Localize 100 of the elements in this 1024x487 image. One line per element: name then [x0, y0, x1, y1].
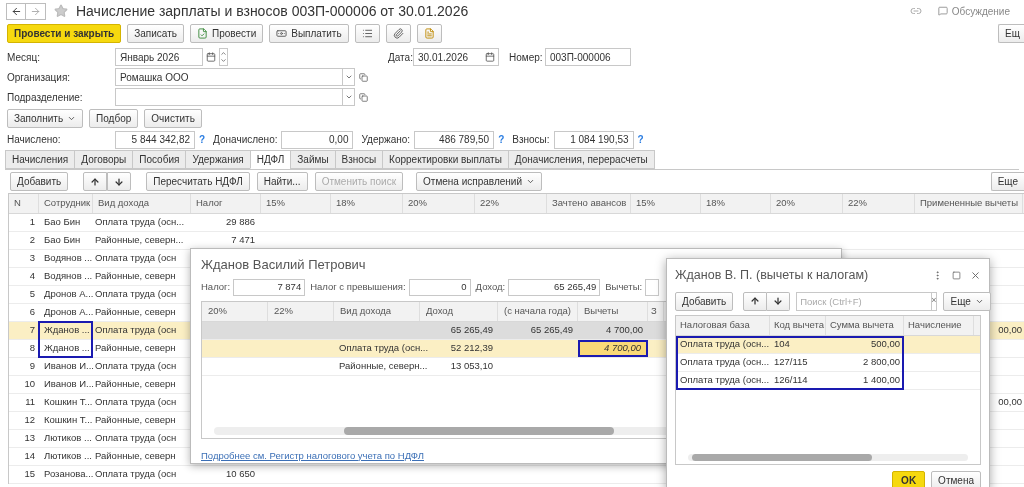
tab[interactable]: Начисления [5, 150, 76, 169]
post-button[interactable]: Провести [190, 23, 264, 43]
total-field[interactable]: 486 789,50 [414, 130, 495, 149]
department-field[interactable] [115, 88, 343, 106]
add-button[interactable]: Добавить [675, 291, 734, 311]
help-mark[interactable]: ? [498, 132, 505, 147]
row-number: 9 [29, 359, 35, 374]
column-header[interactable]: Вид дохода [334, 301, 420, 321]
column-header[interactable]: 18% [331, 194, 403, 213]
list-icon [361, 27, 373, 39]
toolbar-button[interactable]: Пересчитать НДФЛ [146, 172, 250, 191]
maximize-icon[interactable] [952, 270, 961, 280]
column-header[interactable]: 22% [475, 194, 547, 213]
amount-cell: 2 800,00 [863, 355, 900, 370]
clear-button[interactable]: × [931, 291, 938, 311]
column-header[interactable]: Код вычета [770, 316, 826, 335]
value-field[interactable]: 0 [408, 278, 471, 296]
date-field[interactable]: 30.01.2026 [413, 48, 499, 66]
star-icon[interactable] [54, 4, 68, 18]
tab[interactable]: Корректировки выплаты [382, 150, 509, 169]
tab[interactable]: Договоры [74, 150, 134, 169]
more-button[interactable]: Еще [943, 291, 991, 311]
employee-cell: Иванов И... [44, 359, 94, 374]
search-field[interactable]: Поиск (Ctrl+F) [796, 291, 933, 311]
save-button[interactable]: Записать [127, 23, 184, 43]
table-row[interactable]: Оплата труда (осн... 104 500,00 [676, 336, 980, 354]
tab[interactable]: Займы [290, 150, 336, 169]
income-cell: Оплата труда (осн [95, 287, 177, 302]
attach-button[interactable] [385, 23, 411, 43]
horizontal-scrollbar[interactable] [688, 454, 968, 461]
column-header[interactable]: 22% [268, 301, 334, 321]
help-mark[interactable]: ? [199, 132, 206, 147]
column-header[interactable]: З [648, 301, 664, 321]
action-button[interactable]: Заполнить [7, 108, 84, 128]
column-header[interactable]: Сотрудник [39, 194, 93, 213]
move-up-button[interactable] [83, 172, 108, 191]
menu-button[interactable]: Отмена исправлений [416, 172, 542, 191]
discussion-button[interactable]: Обсуждение [937, 3, 1010, 19]
column-header[interactable]: 20% [771, 194, 843, 213]
column-header[interactable]: Вид дохода [93, 194, 191, 213]
column-header[interactable]: Доход [420, 301, 498, 321]
number-field[interactable]: 003П-000006 [545, 48, 631, 66]
column-header[interactable]: Вычеты [578, 301, 648, 321]
spin-control[interactable] [219, 48, 228, 66]
column-header[interactable]: Налог [191, 194, 261, 213]
toolbar-button[interactable]: Найти... [256, 172, 308, 191]
value-field[interactable] [645, 278, 660, 296]
dropdown-button[interactable] [343, 88, 355, 106]
dialog-title: Жданов Василий Петрович [201, 256, 366, 274]
column-header[interactable]: 20% [202, 301, 268, 321]
column-header[interactable]: Зачтено авансов [547, 194, 631, 213]
dropdown-button[interactable] [343, 68, 355, 86]
column-header[interactable]: 20% [403, 194, 475, 213]
pay-button[interactable]: Выплатить [269, 23, 349, 43]
column-header[interactable]: 15% [261, 194, 331, 213]
move-down-button[interactable] [107, 172, 132, 191]
column-header[interactable]: 15% [631, 194, 701, 213]
more-button[interactable]: Ещ [998, 23, 1024, 43]
action-button[interactable]: Подбор [89, 108, 139, 128]
cancel-button[interactable]: Отмена [931, 471, 981, 487]
total-field[interactable]: 0,00 [281, 130, 354, 149]
ok-button[interactable]: OK [892, 471, 926, 487]
value-field[interactable]: 7 874 [233, 278, 306, 296]
column-header[interactable]: Начисление [904, 316, 974, 335]
tab[interactable]: Доначисления, перерасчеты [507, 150, 655, 169]
move-up-button[interactable] [743, 291, 768, 311]
column-header[interactable]: 22% [843, 194, 915, 213]
column-header[interactable]: Налоговая база [676, 316, 770, 335]
report-button[interactable] [416, 23, 442, 43]
window-title: Начисление зарплаты и взносов 003П-000006 от 30.01.2026 [76, 1, 469, 21]
month-field[interactable]: Январь 2026 [115, 48, 203, 66]
column-header[interactable]: Сумма вычета [826, 316, 904, 335]
tab[interactable]: Взносы [334, 150, 384, 169]
calendar-icon[interactable] [206, 52, 216, 62]
back-button[interactable] [6, 2, 26, 20]
register-link[interactable]: Подробнее см. Регистр налогового учета по НДФЛ [201, 448, 424, 463]
toolbar-button[interactable]: Добавить [10, 172, 69, 191]
open-icon[interactable] [359, 72, 368, 82]
organization-field[interactable]: Ромашка ООО [115, 68, 343, 86]
action-button[interactable]: Очистить [144, 108, 202, 128]
more-button[interactable]: Еще [990, 172, 1024, 191]
help-mark[interactable]: ? [637, 132, 644, 147]
column-header[interactable]: Примененные вычеты [915, 194, 1023, 213]
calendar-icon[interactable] [485, 52, 495, 62]
value-field[interactable]: 65 265,49 [508, 278, 601, 296]
tab[interactable]: Удержания [185, 150, 251, 169]
link-icon[interactable] [909, 5, 922, 17]
close-icon[interactable] [970, 269, 981, 281]
column-header[interactable]: 18% [701, 194, 771, 213]
total-field[interactable]: 1 084 190,53 [553, 130, 634, 149]
column-header[interactable]: N [9, 194, 39, 213]
move-down-button[interactable] [767, 291, 791, 311]
post-and-close-button[interactable]: Провести и закрыть [7, 23, 122, 43]
open-icon[interactable] [359, 92, 368, 102]
column-header[interactable]: (с начала года) [498, 301, 578, 321]
total-field[interactable]: 5 844 342,82 [115, 130, 195, 149]
amount-cell-text: 4 700,00 [606, 322, 643, 337]
list-button[interactable] [354, 23, 380, 43]
tab[interactable]: НДФЛ [249, 150, 292, 169]
tab[interactable]: Пособия [132, 150, 187, 169]
